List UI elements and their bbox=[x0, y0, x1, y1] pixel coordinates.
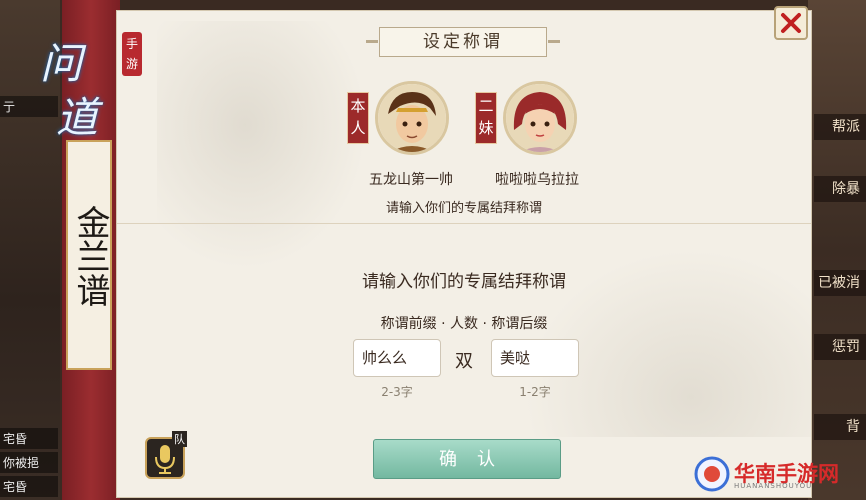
prefix-input[interactable]: 帅么么 bbox=[353, 339, 441, 377]
input-heading: 请输入你们的专属结拜称谓 bbox=[362, 272, 566, 292]
confirm-button[interactable]: 确认 bbox=[373, 439, 561, 479]
avatar-female bbox=[503, 81, 577, 155]
background-button: 背 bbox=[814, 414, 866, 440]
title-format-label: 称谓前缀 · 人数 · 称谓后缀 bbox=[380, 316, 548, 332]
background-left-item: 宅昏 bbox=[0, 476, 58, 497]
suffix-length-hint: 1-2字 bbox=[519, 385, 551, 399]
instruction-text: 请输入你们的专属结拜称谓 bbox=[385, 201, 542, 216]
member-name: 啦啦啦乌拉拉 bbox=[495, 172, 579, 188]
background-button: 帮派 bbox=[814, 114, 866, 140]
member-count-text: 双 bbox=[455, 351, 473, 372]
watermark-logo-icon bbox=[694, 456, 730, 492]
background-button: 惩罚 bbox=[814, 334, 866, 360]
sworn-title-dialog: 设定称谓 本人 二妹 五龙山第一帅 啦啦啦乌拉拉 请输入你们的专属结拜称谓 请输… bbox=[116, 10, 812, 498]
site-watermark: 华南手游网 HUANANSHOUYOU bbox=[694, 454, 864, 494]
game-logo-char-2: 道 bbox=[56, 93, 99, 142]
background-left-item: 亍 bbox=[0, 96, 58, 117]
ribbon-title-plate: 金兰谱 bbox=[66, 140, 112, 370]
background-left-item: 宅昏 bbox=[0, 428, 58, 449]
background-right-panel: 帮派 除暴 已被消 惩罚 背 bbox=[808, 0, 866, 500]
team-channel-badge: 队 bbox=[172, 431, 187, 447]
avatar-male bbox=[375, 81, 449, 155]
member-tag: 二妹 bbox=[475, 92, 497, 144]
dialog-title: 设定称谓 bbox=[366, 27, 560, 57]
member-sister: 二妹 bbox=[475, 81, 577, 161]
game-logo-char-1: 问 bbox=[40, 39, 83, 88]
members-section: 设定称谓 本人 二妹 五龙山第一帅 啦啦啦乌拉拉 请输入你们的专属结拜称谓 bbox=[117, 11, 811, 224]
watermark-subtext: HUANANSHOUYOU bbox=[734, 482, 813, 490]
member-self: 本人 bbox=[347, 81, 449, 161]
ribbon-title: 金兰谱 bbox=[70, 205, 110, 307]
member-name: 五龙山第一帅 bbox=[369, 172, 453, 188]
background-left-item: 你被挹 bbox=[0, 452, 58, 473]
logo-badge: 手游 bbox=[122, 32, 142, 76]
background-button: 除暴 bbox=[814, 176, 866, 202]
close-button[interactable] bbox=[774, 6, 808, 40]
suffix-input[interactable]: 美哒 bbox=[491, 339, 579, 377]
close-icon bbox=[781, 13, 801, 33]
background-button: 已被消 bbox=[814, 270, 866, 296]
member-tag: 本人 bbox=[347, 92, 369, 144]
prefix-length-hint: 2-3字 bbox=[381, 385, 413, 399]
voice-chat-button[interactable]: 队 bbox=[145, 431, 187, 479]
